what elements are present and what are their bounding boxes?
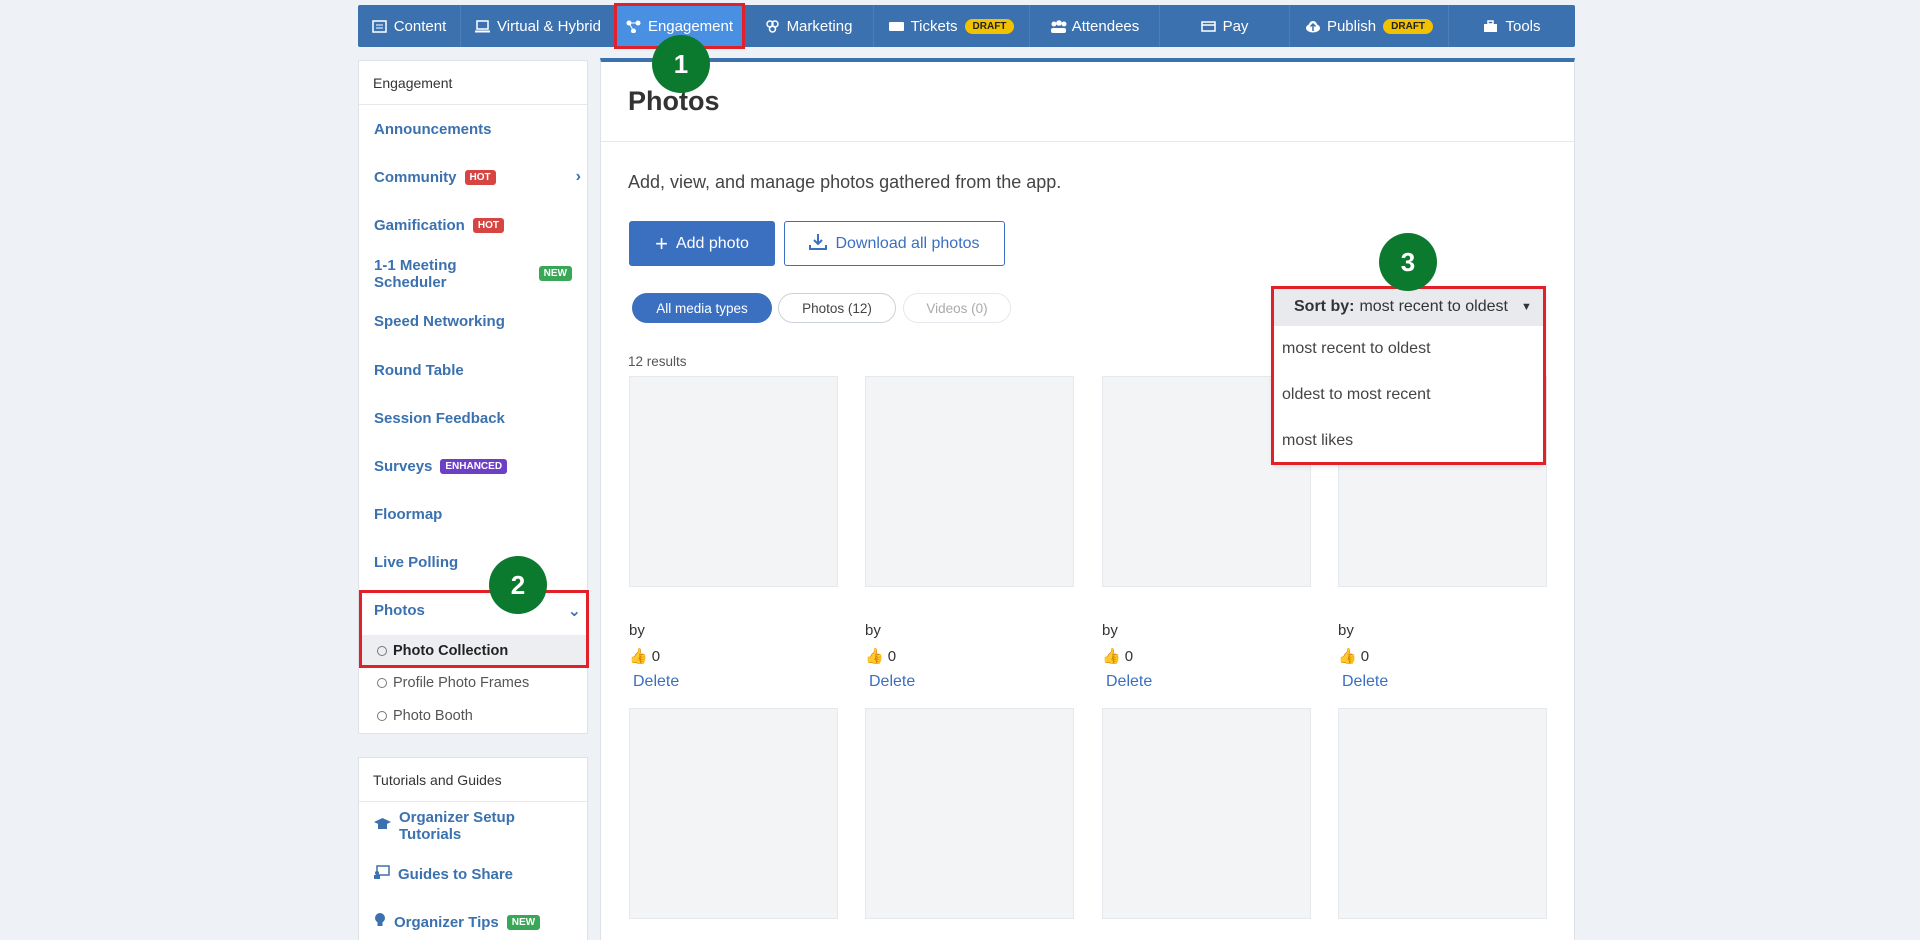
nav-tools[interactable]: Tools bbox=[1449, 5, 1575, 47]
attendees-icon bbox=[1050, 19, 1067, 33]
marketing-icon bbox=[765, 19, 780, 33]
filter-videos[interactable]: Videos (0) bbox=[903, 293, 1011, 323]
photo-likes[interactable]: 👍 0 bbox=[629, 647, 660, 666]
filter-photos[interactable]: Photos (12) bbox=[778, 293, 896, 323]
divider bbox=[601, 141, 1574, 142]
thumbs-up-icon: 👍 bbox=[1338, 648, 1357, 665]
sidebar-item-organizer-tips[interactable]: Organizer Tips NEW bbox=[359, 898, 587, 940]
top-nav: Content Virtual & Hybrid Engagement Mark… bbox=[358, 5, 1575, 47]
new-badge: NEW bbox=[538, 266, 572, 282]
photo-likes[interactable]: 👍 0 bbox=[1338, 647, 1369, 666]
sidebar-item-round-table[interactable]: Round Table bbox=[359, 346, 587, 394]
results-count: 12 results bbox=[628, 354, 687, 369]
photos-panel: Photos Add, view, and manage photos gath… bbox=[600, 58, 1575, 940]
circle-icon bbox=[377, 678, 387, 689]
nav-marketing[interactable]: Marketing bbox=[744, 5, 874, 47]
tutorials-sidebar: Tutorials and Guides Organizer Setup Tut… bbox=[358, 757, 588, 940]
photo-thumbnail[interactable] bbox=[629, 708, 838, 919]
delete-photo-link[interactable]: Delete bbox=[1342, 673, 1388, 691]
photo-author: by bbox=[865, 622, 881, 639]
delete-photo-link[interactable]: Delete bbox=[869, 673, 915, 691]
cloud-upload-icon bbox=[1305, 20, 1320, 33]
photo-thumbnail[interactable] bbox=[1338, 708, 1547, 919]
step-marker: 1 bbox=[652, 35, 710, 93]
sidebar-item-surveys[interactable]: Surveys ENHANCED bbox=[359, 442, 587, 490]
photo-thumbnail[interactable] bbox=[629, 376, 838, 587]
sidebar-item-meeting-scheduler[interactable]: 1-1 Meeting Scheduler NEW bbox=[359, 250, 587, 298]
circle-icon bbox=[377, 711, 387, 722]
sidebar-item-live-polling[interactable]: Live Polling bbox=[359, 539, 587, 587]
sidebar-subitem-photo-booth[interactable]: Photo Booth bbox=[359, 699, 587, 733]
thumbs-up-icon: 👍 bbox=[865, 648, 884, 665]
step-marker: 2 bbox=[489, 556, 547, 614]
draft-badge: DRAFT bbox=[964, 18, 1015, 34]
sidebar-item-guides-to-share[interactable]: Guides to Share bbox=[359, 850, 587, 898]
presentation-icon bbox=[374, 865, 390, 883]
add-photo-button[interactable]: + Add photo bbox=[629, 221, 775, 266]
hot-badge: HOT bbox=[464, 169, 496, 185]
ticket-icon bbox=[888, 20, 904, 33]
draft-badge: DRAFT bbox=[1383, 18, 1434, 34]
sidebar-item-session-feedback[interactable]: Session Feedback bbox=[359, 394, 587, 442]
nav-tickets[interactable]: Tickets DRAFT bbox=[874, 5, 1030, 47]
photo-author: by bbox=[1338, 622, 1354, 639]
delete-photo-link[interactable]: Delete bbox=[1106, 673, 1152, 691]
photo-thumbnail[interactable] bbox=[865, 376, 1074, 587]
highlight-box bbox=[1271, 286, 1546, 465]
sidebar-item-setup-tutorials[interactable]: Organizer Setup Tutorials bbox=[359, 802, 587, 850]
filter-all-media[interactable]: All media types bbox=[632, 293, 772, 323]
new-badge: NEW bbox=[506, 914, 541, 930]
photo-likes[interactable]: 👍 0 bbox=[865, 647, 896, 666]
content-icon bbox=[371, 19, 387, 33]
sidebar-item-speed-networking[interactable]: Speed Networking bbox=[359, 298, 587, 346]
laptop-icon bbox=[475, 19, 491, 33]
sidebar-item-community[interactable]: Community HOT › bbox=[359, 153, 587, 201]
toolbox-icon bbox=[1483, 19, 1498, 33]
photo-thumbnail[interactable] bbox=[1102, 708, 1311, 919]
nav-attendees[interactable]: Attendees bbox=[1030, 5, 1160, 47]
card-icon bbox=[1200, 20, 1216, 33]
nav-content[interactable]: Content bbox=[358, 5, 461, 47]
photo-author: by bbox=[629, 622, 645, 639]
sidebar2-header: Tutorials and Guides bbox=[359, 758, 587, 802]
photo-thumbnail[interactable] bbox=[865, 708, 1074, 919]
nav-publish[interactable]: Publish DRAFT bbox=[1290, 5, 1449, 47]
download-all-photos-button[interactable]: Download all photos bbox=[784, 221, 1005, 266]
download-icon bbox=[809, 233, 828, 255]
enhanced-badge: ENHANCED bbox=[440, 458, 508, 474]
graduation-cap-icon bbox=[374, 817, 391, 835]
nav-virtual-hybrid[interactable]: Virtual & Hybrid bbox=[461, 5, 616, 47]
thumbs-up-icon: 👍 bbox=[1102, 648, 1121, 665]
photo-author: by bbox=[1102, 622, 1118, 639]
page-description: Add, view, and manage photos gathered fr… bbox=[628, 172, 1062, 192]
plus-icon: + bbox=[655, 230, 668, 256]
nav-pay[interactable]: Pay bbox=[1160, 5, 1290, 47]
lightbulb-icon bbox=[374, 912, 386, 932]
sidebar-item-announcements[interactable]: Announcements bbox=[359, 105, 587, 153]
sidebar-subitem-profile-photo-frames[interactable]: Profile Photo Frames bbox=[359, 667, 587, 699]
step-marker: 3 bbox=[1379, 233, 1437, 291]
chevron-right-icon: › bbox=[575, 168, 581, 186]
delete-photo-link[interactable]: Delete bbox=[633, 673, 679, 691]
highlight-box bbox=[359, 590, 589, 668]
thumbs-up-icon: 👍 bbox=[629, 648, 648, 665]
sidebar-item-floormap[interactable]: Floormap bbox=[359, 491, 587, 539]
sidebar-header: Engagement bbox=[359, 61, 587, 105]
photo-likes[interactable]: 👍 0 bbox=[1102, 647, 1133, 666]
sidebar-item-gamification[interactable]: Gamification HOT bbox=[359, 201, 587, 249]
hot-badge: HOT bbox=[472, 217, 504, 233]
